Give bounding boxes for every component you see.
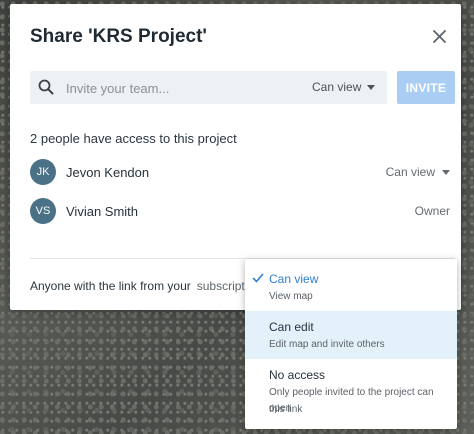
- link-sharing-setting: Anyone with the link from your subscript…: [30, 279, 275, 293]
- close-icon: [432, 29, 446, 43]
- person-row-vivian-smith: VS Vivian Smith Owner: [30, 198, 450, 224]
- chevron-down-icon: [442, 169, 450, 175]
- option-can-edit[interactable]: Can edit Edit map and invite others: [245, 311, 457, 359]
- invite-field-row: Can view: [30, 71, 387, 104]
- person-role-label: Can view: [385, 165, 435, 179]
- option-description: View map: [269, 291, 313, 302]
- chevron-down-icon: [367, 84, 376, 90]
- option-no-access[interactable]: No access Only people invited to the pro…: [245, 359, 457, 429]
- link-sharing-text: Anyone with the link from your: [30, 279, 191, 293]
- invite-permission-select[interactable]: Can view: [312, 80, 376, 94]
- invite-button[interactable]: INVITE: [397, 71, 455, 104]
- option-description: Edit map and invite others: [269, 339, 385, 350]
- invite-input[interactable]: [64, 76, 288, 101]
- option-label: Can edit: [269, 320, 314, 334]
- option-label: No access: [269, 368, 326, 382]
- check-icon: [252, 273, 264, 283]
- link-permission-dropdown: Can view View map Can edit Edit map and …: [245, 259, 457, 429]
- person-name: Vivian Smith: [66, 204, 139, 219]
- person-role-select[interactable]: Can view: [386, 165, 450, 179]
- person-name: Jevon Kendon: [66, 165, 150, 180]
- option-description-line-2: this link: [269, 404, 303, 415]
- avatar: JK: [30, 159, 56, 185]
- option-can-view[interactable]: Can view View map: [245, 259, 457, 311]
- person-row-jevon-kendon: JK Jevon Kendon Can view: [30, 159, 450, 185]
- person-role-label: Owner: [415, 204, 450, 218]
- avatar: VS: [30, 198, 56, 224]
- close-button[interactable]: [429, 26, 449, 46]
- owner-label: Owner: [414, 204, 450, 218]
- option-label: Can view: [269, 272, 319, 286]
- invite-permission-label: Can view: [312, 80, 362, 94]
- dialog-title: Share 'KRS Project': [30, 26, 207, 47]
- search-icon: [38, 79, 54, 95]
- access-count-text: 2 people have access to this project: [30, 131, 237, 146]
